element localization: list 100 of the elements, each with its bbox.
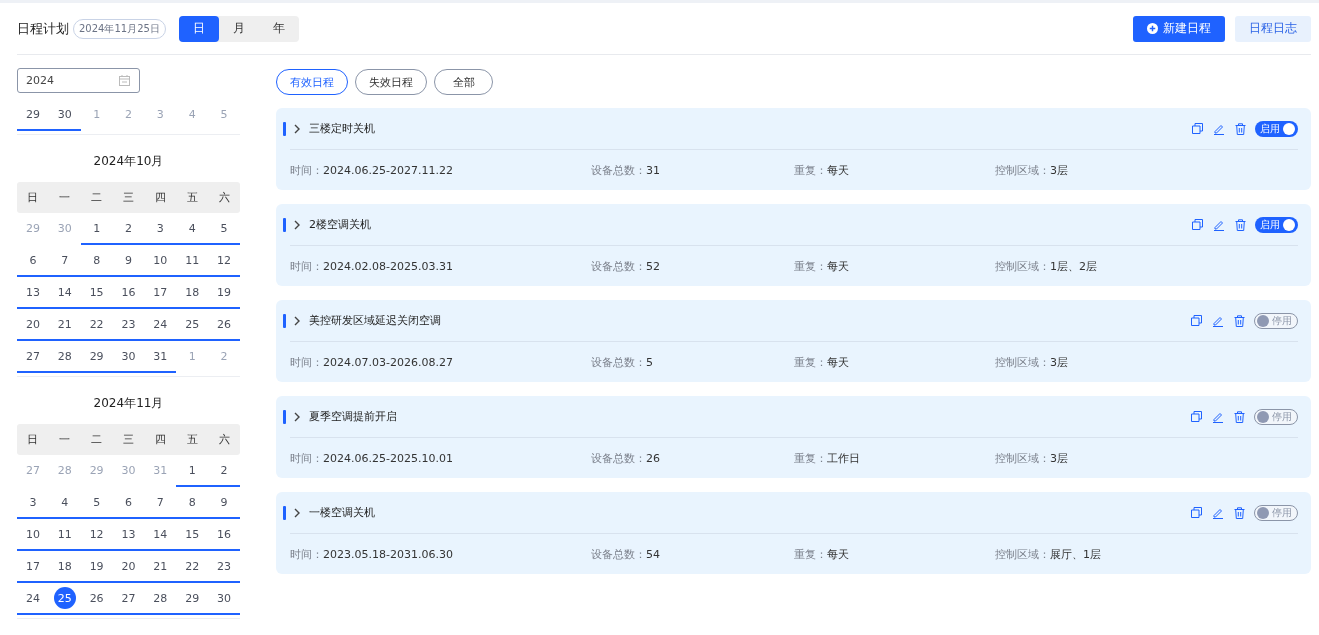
date-cell[interactable]: 12 [80,519,113,551]
field-label: 时间： [290,451,323,465]
copy-icon[interactable] [1192,219,1203,230]
copy-icon[interactable] [1191,315,1202,326]
date-cell[interactable]: 29 [80,341,113,373]
date-cell[interactable]: 15 [176,519,209,551]
date-cell[interactable]: 12 [208,245,240,277]
edit-icon[interactable] [1212,410,1224,423]
date-cell[interactable]: 25 [176,309,209,341]
field-label: 重复： [794,547,827,561]
date-cell[interactable]: 16 [208,519,240,551]
date-cell[interactable]: 1 [176,455,209,487]
date-cell[interactable]: 7 [48,245,81,277]
view-tab[interactable]: 月 [218,15,259,42]
date-cell[interactable]: 27 [17,341,49,373]
date-cell[interactable]: 9 [208,487,240,519]
trash-icon[interactable] [1234,506,1245,519]
date-cell[interactable]: 20 [112,551,145,583]
date-cell[interactable]: 9 [112,245,145,277]
date-cell[interactable]: 17 [17,551,49,583]
year-field[interactable]: 2024 [17,68,140,93]
trash-icon[interactable] [1235,122,1246,135]
filter-pill[interactable]: 有效日程 [276,69,348,95]
date-cell[interactable]: 21 [48,309,81,341]
enable-toggle[interactable]: 启用 [1255,120,1298,137]
date-cell[interactable]: 24 [17,583,49,615]
date-cell[interactable]: 22 [80,309,113,341]
date-cell[interactable]: 18 [176,277,209,309]
date-cell[interactable]: 29 [176,583,209,615]
date-cell[interactable]: 2 [112,213,145,245]
date-cell[interactable]: 11 [176,245,209,277]
date-cell[interactable]: 25 [48,583,81,615]
trash-icon[interactable] [1234,410,1245,423]
view-tab[interactable]: 日 [178,15,219,42]
edit-icon[interactable] [1213,122,1225,135]
weekday-label: 三 [122,190,135,205]
date-cell[interactable]: 28 [48,341,81,373]
date-cell[interactable]: 19 [208,277,240,309]
date-cell[interactable]: 1 [80,213,113,245]
date-cell[interactable]: 27 [112,583,145,615]
date-cell[interactable]: 26 [208,309,240,341]
date-cell[interactable]: 15 [80,277,113,309]
date-cell[interactable]: 28 [144,583,177,615]
weekday-label: 五 [185,432,199,447]
date-cell[interactable]: 14 [144,519,177,551]
copy-icon[interactable] [1191,411,1202,422]
date-cell[interactable]: 6 [112,487,145,519]
field-label: 时间： [290,163,323,177]
date-cell[interactable]: 7 [144,487,177,519]
new-schedule-button[interactable]: 新建日程 [1133,15,1225,42]
chevron-right-icon[interactable] [294,507,300,518]
date-cell[interactable]: 24 [144,309,177,341]
copy-icon[interactable] [1192,123,1203,134]
date-cell[interactable]: 17 [144,277,177,309]
date-cell[interactable]: 3 [144,213,177,245]
date-cell[interactable]: 3 [17,487,49,519]
date-cell[interactable]: 13 [112,519,145,551]
date-cell[interactable]: 14 [48,277,81,309]
date-cell[interactable]: 10 [144,245,177,277]
chevron-right-icon[interactable] [294,411,300,422]
date-cell[interactable]: 5 [208,213,240,245]
date-cell[interactable]: 21 [144,551,177,583]
date-cell[interactable]: 5 [80,487,113,519]
chevron-right-icon[interactable] [294,123,300,134]
date-cell[interactable]: 20 [17,309,49,341]
date-cell[interactable]: 11 [48,519,81,551]
date-cell[interactable]: 19 [80,551,113,583]
chevron-right-icon[interactable] [294,219,300,230]
date-cell[interactable]: 30 [208,583,240,615]
chevron-right-icon[interactable] [294,315,300,326]
date-cell[interactable]: 4 [176,213,209,245]
schedule-log-button[interactable]: 日程日志 [1235,15,1311,42]
date-cell[interactable]: 23 [208,551,240,583]
date-cell[interactable]: 8 [80,245,113,277]
date-cell[interactable]: 6 [17,245,49,277]
enable-toggle[interactable]: 启用 [1255,216,1298,233]
date-cell[interactable]: 13 [17,277,49,309]
view-tab[interactable]: 年 [258,15,299,42]
copy-icon[interactable] [1191,507,1202,518]
date-cell[interactable]: 29 [17,99,49,131]
date-cell[interactable]: 23 [112,309,145,341]
trash-icon[interactable] [1235,218,1246,231]
date-cell[interactable]: 30 [112,341,145,373]
edit-icon[interactable] [1212,314,1224,327]
edit-icon[interactable] [1212,506,1224,519]
edit-icon[interactable] [1213,218,1225,231]
date-cell[interactable]: 26 [80,583,113,615]
trash-icon[interactable] [1234,314,1245,327]
date-cell[interactable]: 10 [17,519,49,551]
date-cell[interactable]: 22 [176,551,209,583]
filter-pill[interactable]: 失效日程 [355,69,427,95]
date-cell[interactable]: 30 [48,99,81,131]
field-value: 1层、2层 [1050,259,1097,273]
date-cell[interactable]: 4 [48,487,81,519]
date-cell[interactable]: 18 [48,551,81,583]
date-cell[interactable]: 8 [176,487,209,519]
date-cell[interactable]: 31 [144,341,177,373]
date-cell[interactable]: 16 [112,277,145,309]
date-cell[interactable]: 2 [208,455,240,487]
filter-pill[interactable]: 全部 [434,69,493,95]
